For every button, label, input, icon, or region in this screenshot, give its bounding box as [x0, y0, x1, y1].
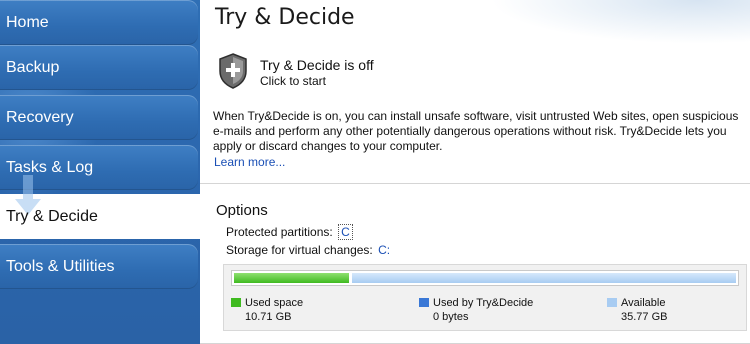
sidebar-item-home[interactable]: Home — [0, 0, 198, 45]
try-decide-toggle[interactable]: Try & Decide is off Click to start — [218, 53, 738, 91]
header-decoration — [490, 0, 750, 44]
options-heading: Options — [216, 202, 268, 219]
legend-label: Used space — [245, 297, 304, 309]
protected-partitions-label: Protected partitions: — [226, 225, 333, 239]
main-panel: Try & Decide Try & Decide is off Click t… — [200, 0, 750, 344]
try-decide-swatch — [419, 298, 429, 307]
legend-value: 0 bytes — [433, 311, 469, 323]
storage-bar — [231, 270, 739, 286]
sidebar-item-label: Home — [6, 14, 49, 31]
learn-more-link[interactable]: Learn more... — [214, 155, 285, 169]
sidebar: Home Backup Recovery Tasks & Log Try & D… — [0, 0, 200, 344]
legend-value: 10.71 GB — [245, 311, 292, 323]
storage-row: Storage for virtual changes: C: — [226, 243, 390, 257]
legend-used-by-try-decide: Used by Try&Decide 0 bytes — [419, 297, 533, 323]
available-swatch — [607, 298, 617, 307]
sidebar-item-label: Tasks & Log — [6, 159, 94, 176]
legend-label: Available — [621, 297, 666, 309]
storage-drive-link[interactable]: C: — [378, 243, 390, 257]
divider — [200, 183, 750, 184]
sidebar-item-tools-utilities[interactable]: Tools & Utilities — [0, 244, 198, 289]
sidebar-item-label: Try & Decide — [6, 208, 98, 225]
protected-partition-link[interactable]: C — [338, 224, 353, 240]
shield-icon — [219, 53, 247, 89]
protected-partitions-row: Protected partitions: C — [226, 224, 353, 240]
legend-used-space: Used space 10.71 GB — [231, 297, 303, 323]
sidebar-item-label: Recovery — [6, 109, 74, 126]
status-title: Try & Decide is off — [260, 57, 374, 73]
sidebar-item-backup[interactable]: Backup — [0, 45, 198, 90]
used-space-bar — [234, 273, 349, 283]
sidebar-item-label: Backup — [6, 59, 60, 76]
storage-label: Storage for virtual changes: — [226, 243, 373, 257]
legend-available: Available 35.77 GB — [607, 297, 667, 323]
page-title: Try & Decide — [215, 5, 355, 30]
legend-label: Used by Try&Decide — [433, 297, 534, 309]
legend-value: 35.77 GB — [621, 311, 668, 323]
sidebar-item-recovery[interactable]: Recovery — [0, 95, 198, 215]
status-subtitle: Click to start — [260, 74, 327, 88]
storage-usage-panel: Used space 10.71 GB Used by Try&Decide 0… — [223, 264, 747, 331]
description-text: When Try&Decide is on, you can install u… — [213, 109, 739, 153]
sidebar-item-label: Tools & Utilities — [6, 258, 115, 275]
used-space-swatch — [231, 298, 241, 307]
available-space-bar — [352, 273, 736, 283]
